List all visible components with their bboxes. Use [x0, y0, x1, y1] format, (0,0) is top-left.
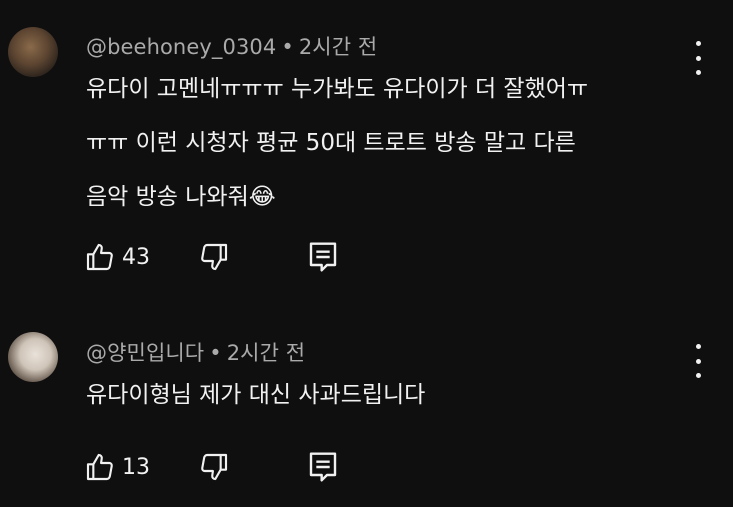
comment-text-line: 유다이형님 제가 대신 사과드립니다	[86, 382, 426, 408]
comment-author[interactable]: @beehoney_0304	[86, 35, 276, 59]
comment-meta: @양민입니다 • 2시간 전	[86, 337, 305, 367]
comment-meta: @beehoney_0304 • 2시간 전	[86, 31, 377, 61]
comment-time[interactable]: 2시간 전	[299, 35, 378, 59]
comment-text-line: ㅠㅠ 이런 시청자 평균 50대 트로트 방송 말고 다른	[86, 130, 576, 156]
comment-actions: 13	[84, 450, 338, 484]
thumbs-up-icon[interactable]	[84, 241, 116, 273]
meta-separator: •	[209, 341, 222, 365]
avatar[interactable]	[8, 27, 58, 77]
meta-separator: •	[281, 35, 294, 59]
comment-time[interactable]: 2시간 전	[227, 341, 306, 365]
comment-text-line: 음악 방송 나와줘😂	[86, 184, 276, 210]
like-count: 43	[122, 244, 150, 270]
reply-icon[interactable]	[308, 451, 338, 483]
comment-actions: 43	[84, 240, 338, 274]
thumbs-down-icon[interactable]	[198, 241, 230, 273]
more-vert-icon[interactable]	[686, 41, 710, 75]
more-vert-icon[interactable]	[686, 344, 710, 378]
thumbs-down-icon[interactable]	[198, 451, 230, 483]
comment-text: 유다이 고멘네ㅠㅠㅠ 누가봐도 유다이가 더 잘했어ㅠ ㅠㅠ 이런 시청자 평균…	[86, 62, 686, 224]
comment-author[interactable]: @양민입니다	[86, 341, 204, 365]
comment-text-line: 유다이 고멘네ㅠㅠㅠ 누가봐도 유다이가 더 잘했어ㅠ	[86, 76, 589, 102]
comment-text: 유다이형님 제가 대신 사과드립니다	[86, 368, 686, 422]
thumbs-up-icon[interactable]	[84, 451, 116, 483]
like-count: 13	[122, 454, 150, 480]
reply-icon[interactable]	[308, 241, 338, 273]
avatar[interactable]	[8, 332, 58, 382]
